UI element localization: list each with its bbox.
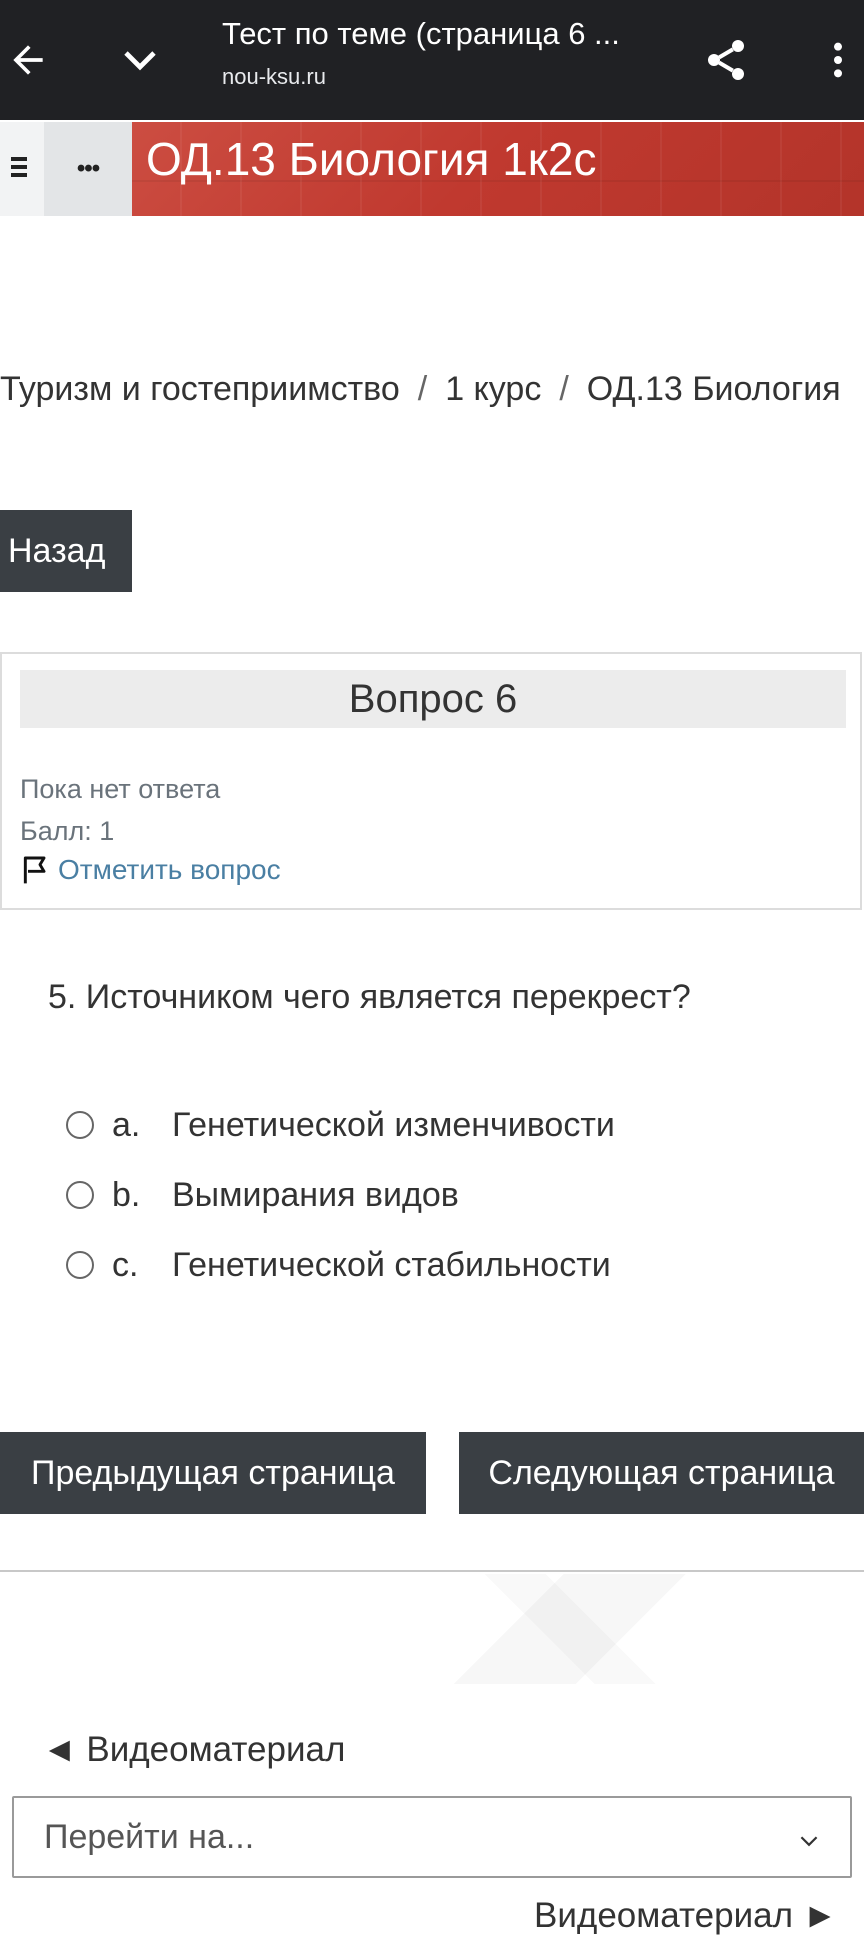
share-icon[interactable] bbox=[696, 0, 756, 120]
question-text: 5. Источником чего является перекрест? bbox=[48, 978, 691, 1016]
answer-letter: b. bbox=[112, 1175, 141, 1214]
question-info-box: Вопрос 6 Пока нет ответа Балл: 1 Отметит… bbox=[0, 652, 862, 910]
jump-to-select[interactable]: Перейти на... bbox=[12, 1796, 852, 1878]
browser-toolbar: Тест по теме (страница 6 ... nou-ksu.ru bbox=[0, 0, 864, 120]
back-arrow-icon[interactable] bbox=[0, 0, 56, 120]
page-title[interactable]: Тест по теме (страница 6 ... bbox=[222, 16, 642, 52]
course-header: ••• ОД.13 Биология 1к2с bbox=[0, 122, 864, 216]
page-url[interactable]: nou-ksu.ru bbox=[222, 64, 326, 90]
breadcrumb-separator: / bbox=[417, 370, 428, 408]
answer-list: a. Генетической изменчивости b. Вымирани… bbox=[66, 1090, 615, 1300]
flag-question-label: Отметить вопрос bbox=[58, 854, 281, 885]
breadcrumb-item[interactable]: Туризм и гостеприимство bbox=[0, 370, 400, 408]
radio-button[interactable] bbox=[66, 1251, 94, 1279]
next-page-button[interactable]: Следующая страница bbox=[459, 1432, 864, 1514]
radio-button[interactable] bbox=[66, 1111, 94, 1139]
question-state: Пока нет ответа bbox=[20, 774, 221, 804]
question-grade: Балл: 1 bbox=[20, 816, 115, 846]
next-activity-link[interactable]: Видеоматериал ► bbox=[534, 1896, 837, 1936]
divider bbox=[0, 1570, 864, 1572]
chevron-down-icon bbox=[796, 1824, 822, 1863]
hamburger-icon bbox=[11, 152, 33, 187]
course-title: ОД.13 Биология 1к2с bbox=[146, 133, 597, 185]
flag-question-link[interactable]: Отметить вопрос bbox=[20, 854, 281, 886]
answer-option[interactable]: a. Генетической изменчивости bbox=[66, 1090, 615, 1160]
breadcrumb: Туризм и гостеприимство / 1 курс / ОД.13 Био… bbox=[0, 370, 864, 409]
answer-letter: c. bbox=[112, 1245, 139, 1284]
breadcrumb-item[interactable]: ОД.13 Биология bbox=[587, 370, 841, 408]
footer-decoration bbox=[320, 1574, 820, 1684]
answer-text[interactable]: Генетической изменчивости bbox=[172, 1106, 615, 1145]
breadcrumb-separator: / bbox=[559, 370, 569, 408]
answer-letter: a. bbox=[112, 1105, 141, 1144]
chevron-down-icon[interactable] bbox=[112, 0, 168, 120]
previous-page-button[interactable]: Предыдущая страница bbox=[0, 1432, 426, 1514]
breadcrumb-item[interactable]: 1 курс bbox=[445, 370, 541, 408]
flag-icon bbox=[23, 856, 46, 884]
more-menu-button[interactable]: ••• bbox=[44, 122, 132, 216]
answer-text[interactable]: Вымирания видов bbox=[172, 1176, 459, 1215]
more-horiz-icon: ••• bbox=[76, 155, 100, 182]
drawer-toggle-button[interactable] bbox=[0, 122, 44, 216]
question-number: Вопрос 6 bbox=[20, 670, 846, 728]
jump-to-placeholder: Перейти на... bbox=[44, 1817, 255, 1856]
back-button[interactable]: Назад bbox=[0, 510, 132, 592]
more-vert-icon[interactable] bbox=[812, 0, 864, 120]
previous-activity-link[interactable]: ◄ Видеоматериал bbox=[42, 1730, 345, 1770]
radio-button[interactable] bbox=[66, 1181, 94, 1209]
answer-option[interactable]: b. Вымирания видов bbox=[66, 1160, 615, 1230]
answer-text[interactable]: Генетической стабильности bbox=[172, 1246, 611, 1285]
answer-option[interactable]: c. Генетической стабильности bbox=[66, 1230, 615, 1300]
